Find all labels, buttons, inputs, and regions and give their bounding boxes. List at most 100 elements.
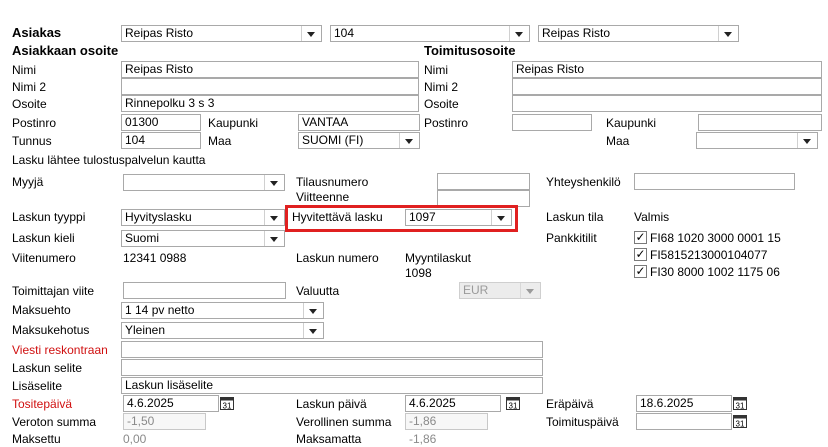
delivery-address-field[interactable] (512, 95, 822, 112)
chevron-down-icon (301, 26, 321, 41)
customer-id-field[interactable]: 104 (121, 132, 201, 149)
extra-explanation-field[interactable]: Laskun lisäselite (121, 377, 543, 394)
bank-account-iban: FI68 1020 3000 0001 15 (650, 231, 781, 245)
invoice-type-select[interactable]: Hyvityslasku (121, 209, 285, 226)
invoice-number-label: Laskun numero (296, 251, 379, 265)
contact-person-field[interactable] (634, 173, 795, 190)
customer-city-label: Kaupunki (208, 116, 259, 130)
dunning-value: Yleinen (125, 323, 166, 337)
customer-address-heading: Asiakkaan osoite (12, 43, 119, 58)
print-service-note: Lasku lähtee tulostuspalvelun kautta (12, 153, 206, 167)
your-reference-label: Viitteenne (296, 190, 350, 204)
delivery-postal-field[interactable] (512, 114, 592, 131)
delivery-address-heading: Toimitusosoite (424, 43, 516, 58)
calendar-icon[interactable]: 31 (220, 396, 234, 410)
customer-label: Asiakas (12, 25, 62, 40)
payment-term-label: Maksuehto (12, 303, 71, 317)
bank-account-checkbox[interactable]: ✓ (634, 248, 647, 261)
delivery-city-label: Kaupunki (606, 116, 657, 130)
credited-invoice-value: 1097 (409, 210, 436, 224)
calendar-icon[interactable]: 31 (733, 414, 747, 428)
ledger-message-label: Viesti reskontraan (12, 343, 108, 357)
customer-address-label: Osoite (12, 97, 47, 111)
gross-sum-label: Verollinen summa (296, 415, 392, 429)
customer-city-field[interactable]: VANTAA (298, 114, 420, 131)
svg-text:31: 31 (223, 402, 232, 411)
invoice-language-label: Laskun kieli (12, 231, 75, 245)
supplier-reference-field[interactable] (123, 282, 286, 299)
calendar-icon[interactable]: 31 (733, 396, 747, 410)
dunning-label: Maksukehotus (12, 323, 90, 337)
invoice-type-label: Laskun tyyppi (12, 210, 86, 224)
delivery-postal-label: Postinro (424, 116, 469, 130)
customer-name2-label: Nimi 2 (12, 80, 47, 94)
svg-text:31: 31 (736, 420, 745, 429)
invoice-status-value: Valmis (634, 210, 670, 224)
reference-number-value: 12341 0988 (123, 251, 187, 265)
supplier-reference-label: Toimittajan viite (12, 284, 95, 298)
invoice-date-field[interactable]: 4.6.2025 (405, 395, 501, 412)
seller-select[interactable] (123, 174, 285, 191)
invoice-series-value: Myyntilaskut (405, 251, 472, 265)
currency-value: EUR (463, 283, 489, 297)
svg-text:31: 31 (736, 402, 745, 411)
invoice-language-select[interactable]: Suomi (121, 230, 285, 247)
customer-country-select[interactable]: SUOMI (FI) (298, 132, 420, 149)
payment-term-select[interactable]: 1 14 pv netto (121, 302, 324, 319)
delivery-date-field[interactable] (636, 413, 732, 430)
customer-name2-field[interactable] (121, 78, 419, 95)
delivery-name-label: Nimi (424, 63, 448, 77)
delivery-name-field[interactable]: Reipas Risto (512, 61, 822, 78)
customer-name-label: Nimi (12, 63, 36, 77)
bank-account-iban: FI30 8000 1002 1175 06 (650, 265, 780, 279)
calendar-icon[interactable]: 31 (506, 396, 520, 410)
unpaid-value: -1,86 (409, 432, 437, 446)
net-sum-label: Veroton summa (12, 415, 97, 429)
paid-label: Maksettu (12, 432, 61, 446)
invoice-number-value: 1098 (405, 266, 432, 280)
dunning-select[interactable]: Yleinen (121, 322, 324, 339)
customer-name-select[interactable]: Reipas Risto (121, 25, 322, 42)
chevron-down-icon (509, 26, 529, 41)
customer-country-label: Maa (208, 134, 232, 148)
gross-sum-field: -1,86 (405, 413, 488, 430)
svg-text:31: 31 (509, 402, 518, 411)
invoice-explanation-field[interactable] (121, 359, 543, 376)
unpaid-label: Maksamatta (296, 432, 362, 446)
customer-number-value: 104 (334, 26, 355, 40)
chevron-down-icon (797, 133, 817, 148)
chevron-down-icon (264, 175, 284, 190)
bank-account-checkbox[interactable]: ✓ (634, 231, 647, 244)
bank-account-iban: FI5815213000104077 (650, 248, 768, 262)
delivery-country-label: Maa (606, 134, 630, 148)
bank-account-checkbox[interactable]: ✓ (634, 265, 647, 278)
delivery-country-select[interactable] (696, 132, 818, 149)
delivery-name2-label: Nimi 2 (424, 80, 459, 94)
chevron-down-icon (399, 133, 419, 148)
delivery-city-field[interactable] (698, 114, 822, 131)
customer-number-select[interactable]: 104 (330, 25, 530, 42)
voucher-date-field[interactable]: 4.6.2025 (123, 395, 219, 412)
customer-country-value: SUOMI (FI) (302, 133, 364, 147)
payment-term-value: 1 14 pv netto (125, 303, 195, 317)
chevron-down-icon (303, 323, 323, 338)
ledger-message-field[interactable] (121, 341, 543, 358)
voucher-date-label: Tositepäivä (12, 397, 73, 411)
due-date-field[interactable]: 18.6.2025 (636, 395, 732, 412)
invoice-date-label: Laskun päivä (296, 397, 367, 411)
credited-invoice-select[interactable]: 1097 (405, 209, 512, 226)
chevron-down-icon (718, 26, 738, 41)
invoice-language-value: Suomi (125, 231, 160, 245)
customer-postal-field[interactable]: 01300 (121, 114, 201, 131)
delivery-name2-field[interactable] (512, 78, 822, 95)
customer-address-field[interactable]: Rinnepolku 3 s 3 (121, 95, 419, 112)
paid-value: 0,00 (123, 432, 147, 446)
chevron-down-icon (264, 210, 284, 225)
bank-accounts-label: Pankkitilit (546, 231, 597, 245)
invoice-type-value: Hyvityslasku (125, 210, 192, 224)
customer-name-select-2[interactable]: Reipas Risto (538, 25, 739, 42)
net-sum-field: -1,50 (123, 413, 206, 430)
order-number-field[interactable] (437, 173, 530, 190)
currency-select[interactable]: EUR (459, 282, 541, 299)
customer-name-field[interactable]: Reipas Risto (121, 61, 419, 78)
